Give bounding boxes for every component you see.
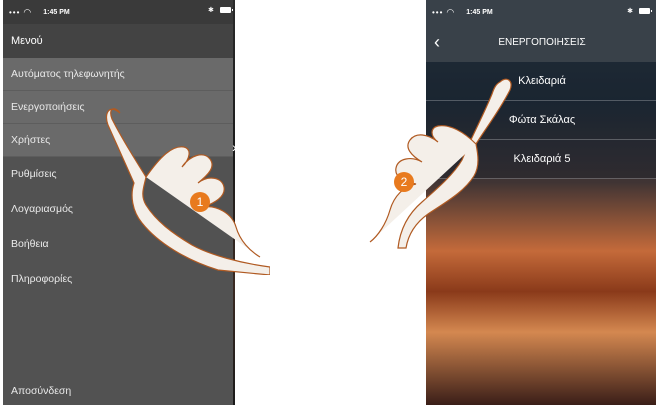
menu-item-activations[interactable]: Ενεργοποιήσεις — [3, 91, 233, 124]
activation-item-stair-lights[interactable]: Φώτα Σκάλας — [426, 101, 656, 140]
status-right: ✱ — [627, 7, 652, 15]
page-title: ΕΝΕΡΓΟΠΟΙΗΣΕΙΣ — [498, 37, 586, 48]
signal-icon: ••• — [432, 7, 444, 17]
menu-item-settings[interactable]: Ρυθμίσεις — [3, 157, 233, 192]
activations-list: Κλειδαριά Φώτα Σκάλας Κλειδαριά 5 — [426, 62, 656, 179]
background-video — [233, 0, 235, 405]
wifi-icon: ◠ — [446, 6, 455, 17]
step-1-badge: 1 — [190, 192, 210, 212]
battery-icon — [219, 7, 233, 13]
bluetooth-icon: ✱ — [627, 8, 633, 15]
status-bar: ••• ◠ 1:45 PM ✱ — [426, 0, 656, 24]
wifi-icon: ◠ — [23, 6, 32, 17]
page-header: ΕΝΕΡΓΟΠΟΙΗΣΕΙΣ ‹ — [426, 24, 656, 62]
menu-title: Μενού — [3, 24, 233, 58]
status-bar: ••• ◠ 1:45 PM — [3, 0, 235, 24]
chevron-right-icon: › — [232, 139, 237, 155]
menu-item-info[interactable]: Πληροφορίες — [3, 262, 233, 297]
status-right: ✱ — [208, 6, 233, 14]
menu-item-users[interactable]: Χρήστες — [3, 124, 233, 157]
menu-item-answering-machine[interactable]: Αυτόματος τηλεφωνητής — [3, 58, 233, 91]
activation-item-lock[interactable]: Κλειδαριά — [426, 62, 656, 101]
side-menu: Μενού Αυτόματος τηλεφωνητής Ενεργοποιήσε… — [3, 24, 233, 405]
activation-item-lock-5[interactable]: Κλειδαριά 5 — [426, 140, 656, 179]
right-phone-screen: ••• ◠ 1:45 PM ✱ ΕΝΕΡΓΟΠΟΙΗΣΕΙΣ ‹ Κλειδαρ… — [426, 0, 656, 405]
menu-item-help[interactable]: Βοήθεια — [3, 227, 233, 262]
back-arrow-icon[interactable]: ‹ — [434, 32, 448, 52]
battery-icon — [639, 8, 652, 14]
signal-icon: ••• — [9, 7, 21, 17]
logout-button[interactable]: Αποσύνδεση — [11, 385, 71, 397]
bluetooth-icon: ✱ — [208, 7, 214, 14]
step-2-badge: 2 — [394, 172, 414, 192]
status-time: 1:45 PM — [43, 8, 70, 16]
status-time: 1:45 PM — [466, 8, 493, 16]
